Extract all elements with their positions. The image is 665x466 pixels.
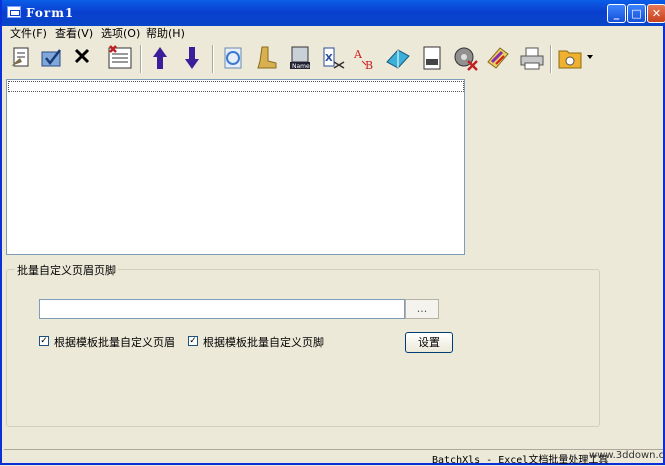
settings-button[interactable]: 设置	[405, 332, 453, 353]
header-checkbox[interactable]: ✓	[39, 336, 49, 346]
menu-view[interactable]: 查看(V)	[55, 26, 93, 41]
menu-help[interactable]: 帮助(H)	[146, 26, 185, 41]
web-page-icon[interactable]	[220, 44, 248, 72]
browse-button[interactable]: ...	[405, 299, 439, 319]
check-folder-icon[interactable]	[38, 44, 66, 72]
watermark: www.3ddown.com	[589, 450, 665, 461]
open-icon[interactable]	[8, 44, 36, 72]
rename-icon[interactable]: Name	[286, 44, 314, 72]
file-list[interactable]	[6, 79, 465, 255]
footer-checkbox[interactable]: ✓	[188, 336, 198, 346]
folder-settings-icon[interactable]	[556, 44, 584, 72]
menu-bar: 文件(F) 查看(V) 选项(O) 帮助(H)	[4, 26, 663, 41]
menu-file[interactable]: 文件(F)	[10, 26, 47, 41]
print-icon[interactable]	[518, 44, 546, 72]
group-title: 批量自定义页眉页脚	[15, 262, 118, 278]
svg-text:X: X	[325, 53, 333, 64]
svg-text:B: B	[365, 59, 373, 72]
svg-text:A: A	[353, 48, 363, 61]
main-window: Form1 _ □ ✕ 文件(F) 查看(V) 选项(O) 帮助(H) Name…	[0, 0, 665, 466]
chevron-down-icon[interactable]	[586, 51, 594, 59]
list-delete-icon[interactable]	[106, 44, 134, 72]
disk-icon[interactable]	[452, 44, 480, 72]
header-checkbox-label: 根据模板批量自定义页眉	[54, 336, 175, 349]
list-focus-row	[8, 81, 464, 92]
toolbar-separator	[550, 45, 552, 73]
maximize-button[interactable]: □	[627, 4, 646, 23]
close-button[interactable]: ✕	[647, 4, 665, 23]
book-icon[interactable]	[384, 44, 412, 72]
delete-icon[interactable]	[70, 44, 98, 72]
footer-checkbox-label: 根据模板批量自定义页脚	[203, 336, 324, 349]
foot-icon[interactable]	[252, 44, 280, 72]
status-bar: BatchXls - Excel文档批量处理工具	[4, 449, 663, 466]
page-setup-icon[interactable]	[418, 44, 446, 72]
toolbar-separator	[140, 45, 142, 73]
palette-icon[interactable]	[484, 44, 512, 72]
toolbar: Name X AB	[4, 41, 663, 77]
excel-icon[interactable]: X	[320, 44, 348, 72]
window-title: Form1	[26, 6, 75, 20]
move-down-icon[interactable]	[178, 44, 206, 72]
move-up-icon[interactable]	[146, 44, 174, 72]
toolbar-separator	[212, 45, 214, 73]
replace-text-icon[interactable]: AB	[352, 44, 380, 72]
status-text: BatchXls - Excel文档批量处理工具	[432, 455, 609, 466]
minimize-button[interactable]: _	[607, 4, 626, 23]
title-bar[interactable]: Form1 _ □ ✕	[2, 0, 665, 26]
menu-options[interactable]: 选项(O)	[101, 26, 140, 41]
template-path-input[interactable]	[39, 299, 405, 319]
header-footer-group: 批量自定义页眉页脚 ... ✓ 根据模板批量自定义页眉 ✓ 根据模板批量自定义页…	[6, 262, 600, 427]
svg-text:Name: Name	[292, 63, 310, 70]
app-icon	[7, 6, 21, 18]
